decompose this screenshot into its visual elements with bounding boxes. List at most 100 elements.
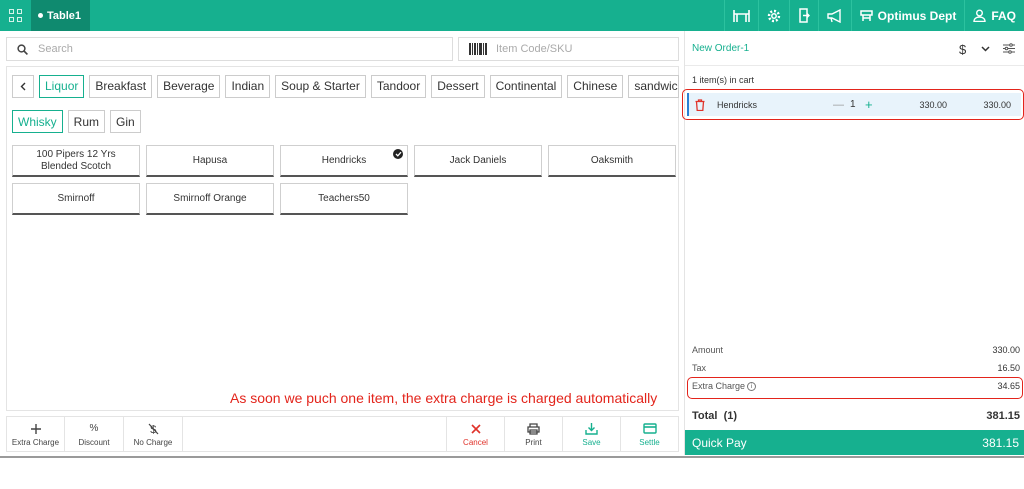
extra-charge-button[interactable]: Extra Charge xyxy=(7,417,65,451)
menu-item[interactable]: 100 Pipers 12 Yrs Blended Scotch xyxy=(12,145,140,177)
table-icon xyxy=(732,9,750,22)
dollar-icon[interactable]: $ xyxy=(959,42,968,56)
faq-button[interactable]: FAQ xyxy=(964,0,1024,31)
close-icon xyxy=(470,422,481,436)
svg-text:$: $ xyxy=(959,42,967,56)
percent-icon: % xyxy=(89,423,99,434)
menu-item[interactable]: Smirnoff Orange xyxy=(146,183,274,215)
search-icon xyxy=(17,43,28,55)
quick-pay-amount: 381.15 xyxy=(982,435,1019,450)
save-button[interactable]: Save xyxy=(562,417,620,451)
menu-item-selected[interactable]: Hendricks xyxy=(280,145,408,177)
tax-row: Tax 16.50 xyxy=(692,363,1020,373)
chevron-down-icon[interactable] xyxy=(981,45,990,52)
no-charge-label: No Charge xyxy=(133,437,173,447)
quick-pay-button[interactable]: Quick Pay 381.15 xyxy=(685,430,1024,455)
divider xyxy=(0,456,1024,458)
action-bar: Extra Charge % Discount $ No Charge Canc… xyxy=(6,416,679,452)
search-box xyxy=(6,37,453,61)
menu-item[interactable]: Oaksmith xyxy=(548,145,676,177)
filter-sliders-icon[interactable] xyxy=(1003,43,1015,54)
grid-icon xyxy=(9,9,22,22)
total-row: Total (1) 381.15 xyxy=(692,410,1020,422)
table-tab-label: Table1 xyxy=(47,9,82,22)
chevron-left-icon xyxy=(20,82,26,90)
cancel-label: Cancel xyxy=(463,437,488,447)
user-icon xyxy=(973,9,987,22)
department-label: Optimus Dept xyxy=(877,8,957,23)
subcategory-tab-whisky[interactable]: Whisky xyxy=(12,110,63,133)
card-icon xyxy=(642,422,657,436)
highlight-extra-charge xyxy=(687,377,1023,399)
category-tab-liquor[interactable]: Liquor xyxy=(39,74,85,98)
category-tab-indian[interactable]: Indian xyxy=(225,74,271,98)
highlight-cart-line xyxy=(682,89,1024,120)
print-button[interactable]: Print xyxy=(504,417,562,451)
settings-button[interactable] xyxy=(757,0,789,31)
menu-item[interactable]: Jack Daniels xyxy=(414,145,542,177)
tax-value: 16.50 xyxy=(997,363,1020,373)
table-tab[interactable]: Table1 xyxy=(31,0,91,31)
print-label: Print xyxy=(525,437,542,447)
save-label: Save xyxy=(582,437,601,447)
cart-count: 1 item(s) in cart xyxy=(692,75,755,85)
settle-label: Settle xyxy=(639,437,660,447)
subcategory-tab-rum[interactable]: Rum xyxy=(67,110,106,133)
exit-icon xyxy=(798,8,810,23)
total-value: 381.15 xyxy=(986,410,1020,422)
exit-button[interactable] xyxy=(788,0,818,31)
cancel-button[interactable]: Cancel xyxy=(446,417,504,451)
quick-pay-label: Quick Pay xyxy=(692,435,747,450)
category-tabs: Liquor Breakfast Beverage Indian Soup & … xyxy=(12,74,707,98)
category-tab-soup-starter[interactable]: Soup & Starter xyxy=(275,74,366,98)
category-prev-button[interactable] xyxy=(12,74,34,98)
menu-item-label: Hendricks xyxy=(321,154,367,166)
top-bar: Table1 Optimus Dept FAQ xyxy=(0,0,1024,31)
top-right-toolbar: Optimus Dept FAQ xyxy=(723,0,1024,31)
search-input[interactable] xyxy=(38,43,418,55)
settings-icon xyxy=(767,9,780,22)
status-dot xyxy=(38,13,43,18)
department-button[interactable]: Optimus Dept xyxy=(850,0,965,31)
no-charge-button[interactable]: $ No Charge xyxy=(124,417,183,451)
tax-label: Tax xyxy=(692,363,707,373)
total-label: Total xyxy=(692,410,718,422)
category-tab-beverage[interactable]: Beverage xyxy=(157,74,221,98)
order-title[interactable]: New Order-1 xyxy=(692,43,749,54)
amount-label: Amount xyxy=(692,345,724,355)
extra-charge-label: Extra Charge xyxy=(11,437,60,447)
category-tab-breakfast[interactable]: Breakfast xyxy=(89,74,153,98)
order-header: New Order-1 $ xyxy=(685,31,1024,66)
category-tab-tandoor[interactable]: Tandoor xyxy=(370,74,427,98)
department-icon xyxy=(859,9,873,21)
subcategory-tab-gin[interactable]: Gin xyxy=(110,110,141,133)
category-tab-dessert[interactable]: Dessert xyxy=(431,74,485,98)
total-count: (1) xyxy=(723,410,738,422)
category-tab-continental[interactable]: Continental xyxy=(489,74,563,98)
category-tab-sandwich[interactable]: sandwic xyxy=(628,74,680,98)
download-icon xyxy=(585,422,598,436)
amount-row: Amount 330.00 xyxy=(692,345,1020,355)
annotation-text: As soon we puch one item, the extra char… xyxy=(230,390,658,406)
category-tab-chinese[interactable]: Chinese xyxy=(567,74,624,98)
printer-icon xyxy=(527,422,540,436)
sku-box xyxy=(458,37,679,61)
menu-item[interactable]: Smirnoff xyxy=(12,183,140,215)
sku-input[interactable] xyxy=(496,43,676,55)
subcategory-tabs: Whisky Rum Gin xyxy=(12,110,141,134)
faq-label: FAQ xyxy=(991,8,1016,23)
announcement-button[interactable] xyxy=(817,0,851,31)
menu-item[interactable]: Hapusa xyxy=(146,145,274,177)
menu-item[interactable]: Teachers50 xyxy=(280,183,408,215)
tables-grid-button[interactable] xyxy=(0,0,31,31)
amount-value: 330.00 xyxy=(992,345,1020,355)
settle-button[interactable]: Settle xyxy=(620,417,678,451)
discount-button[interactable]: % Discount xyxy=(65,417,124,451)
discount-label: Discount xyxy=(78,437,110,447)
table-layout-button[interactable] xyxy=(723,0,758,31)
order-header-actions: $ xyxy=(946,31,1015,66)
order-panel: New Order-1 $ 1 item(s) in cart Hendrick… xyxy=(682,31,1024,455)
no-dollar-icon: $ xyxy=(148,422,159,436)
pos-app: Table1 Optimus Dept FAQ Search Item Code… xyxy=(0,0,1024,489)
barcode-icon xyxy=(469,43,488,55)
